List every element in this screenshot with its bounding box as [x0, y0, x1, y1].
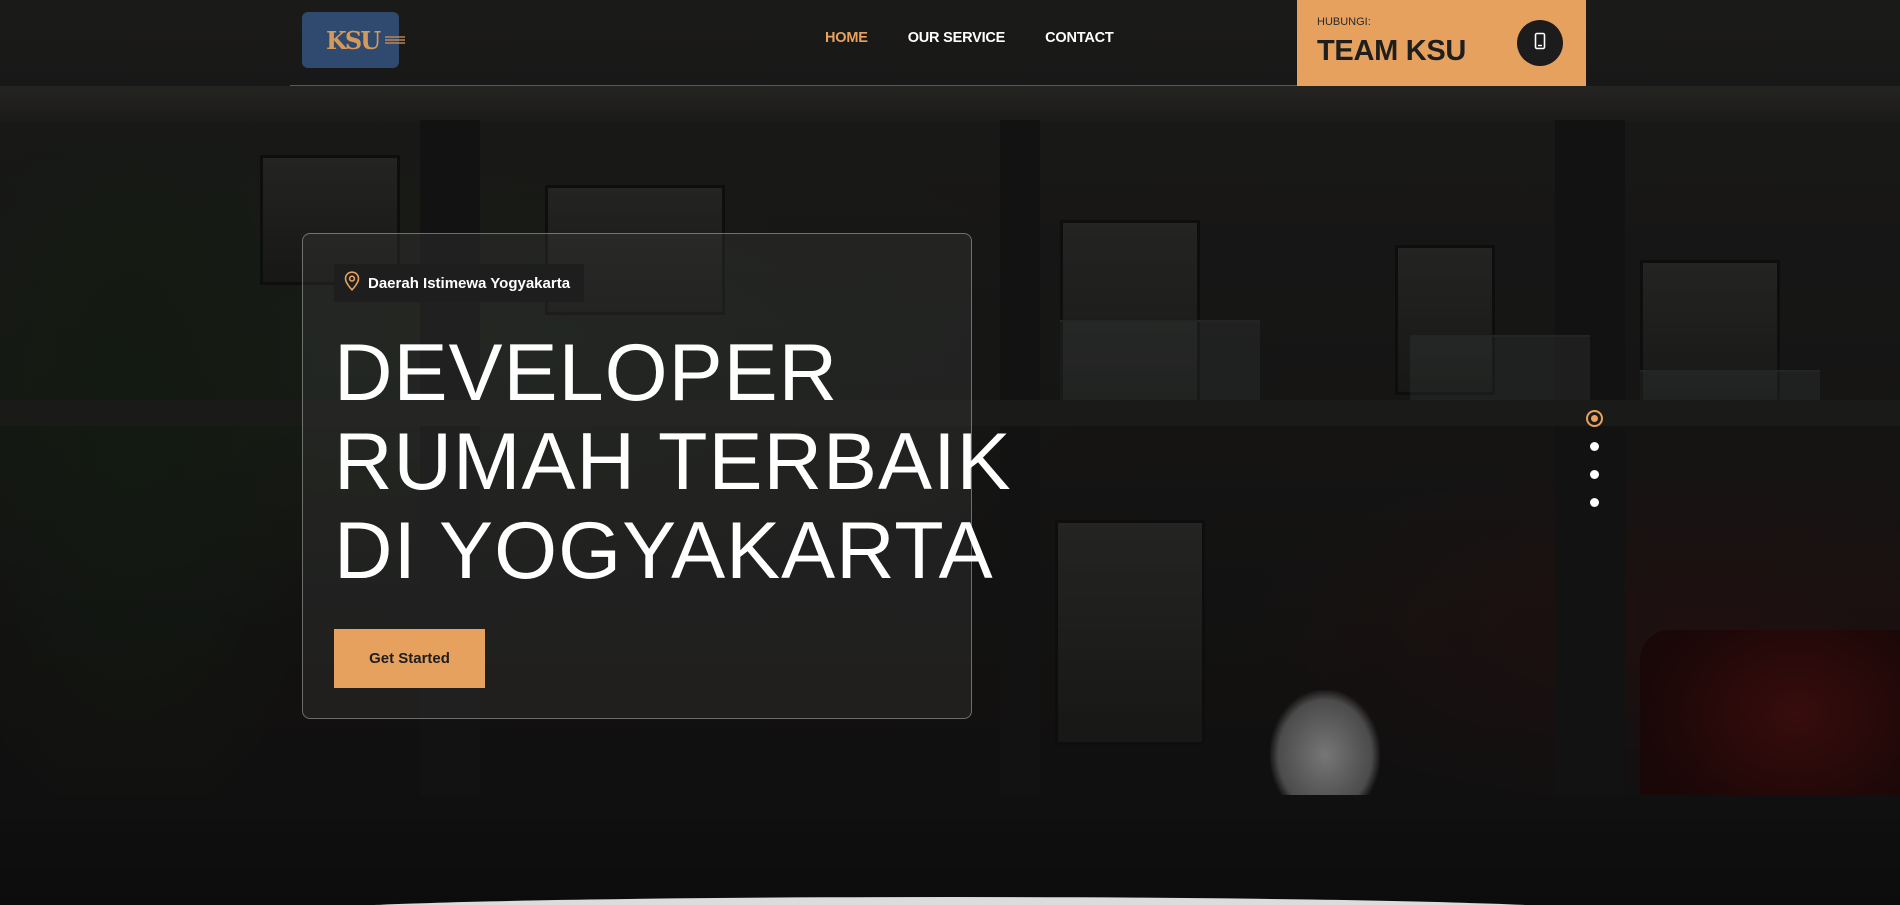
location-text: Daerah Istimewa Yogyakarta	[368, 274, 571, 292]
headline-line-1: DEVELOPER	[334, 328, 839, 418]
slider-dot-2[interactable]	[1590, 442, 1599, 451]
slider-dot-4[interactable]	[1590, 498, 1599, 507]
get-started-button[interactable]: Get Started	[334, 629, 485, 688]
logo-mark: KSU	[326, 25, 381, 55]
nav-home[interactable]: HOME	[825, 30, 868, 46]
headline-line-2: RUMAH TERBAIK	[334, 417, 1012, 507]
contact-box: HUBUNGI: TEAM KSU	[1297, 0, 1586, 86]
nav-contact[interactable]: CONTACT	[1045, 30, 1114, 46]
site-logo[interactable]: KSU	[302, 12, 406, 68]
phone-button[interactable]	[1517, 20, 1563, 66]
headline-line-3: DI YOGYAKARTA	[334, 506, 994, 596]
location-badge: Daerah Istimewa Yogyakarta	[334, 264, 585, 302]
site-header: KSU HOME OUR SERVICE CONTACT HUBUNGI: TE…	[290, 0, 1586, 86]
slider-dot-3[interactable]	[1590, 470, 1599, 479]
hero-headline: DEVELOPER RUMAH TERBAIK DI YOGYAKARTA	[334, 328, 1012, 596]
main-nav: HOME OUR SERVICE CONTACT	[825, 30, 1114, 46]
logo-tagline-lines	[385, 36, 406, 44]
map-pin-icon	[344, 270, 360, 296]
slider-dot-1[interactable]	[1586, 410, 1603, 427]
slider-pagination	[1586, 410, 1603, 526]
contact-small-label: HUBUNGI:	[1317, 16, 1371, 28]
hero-card: Daerah Istimewa Yogyakarta DEVELOPER RUM…	[302, 233, 1012, 719]
contact-team-name: TEAM KSU	[1317, 35, 1467, 67]
nav-our-service[interactable]: OUR SERVICE	[908, 30, 1006, 46]
phone-icon	[1533, 32, 1547, 55]
